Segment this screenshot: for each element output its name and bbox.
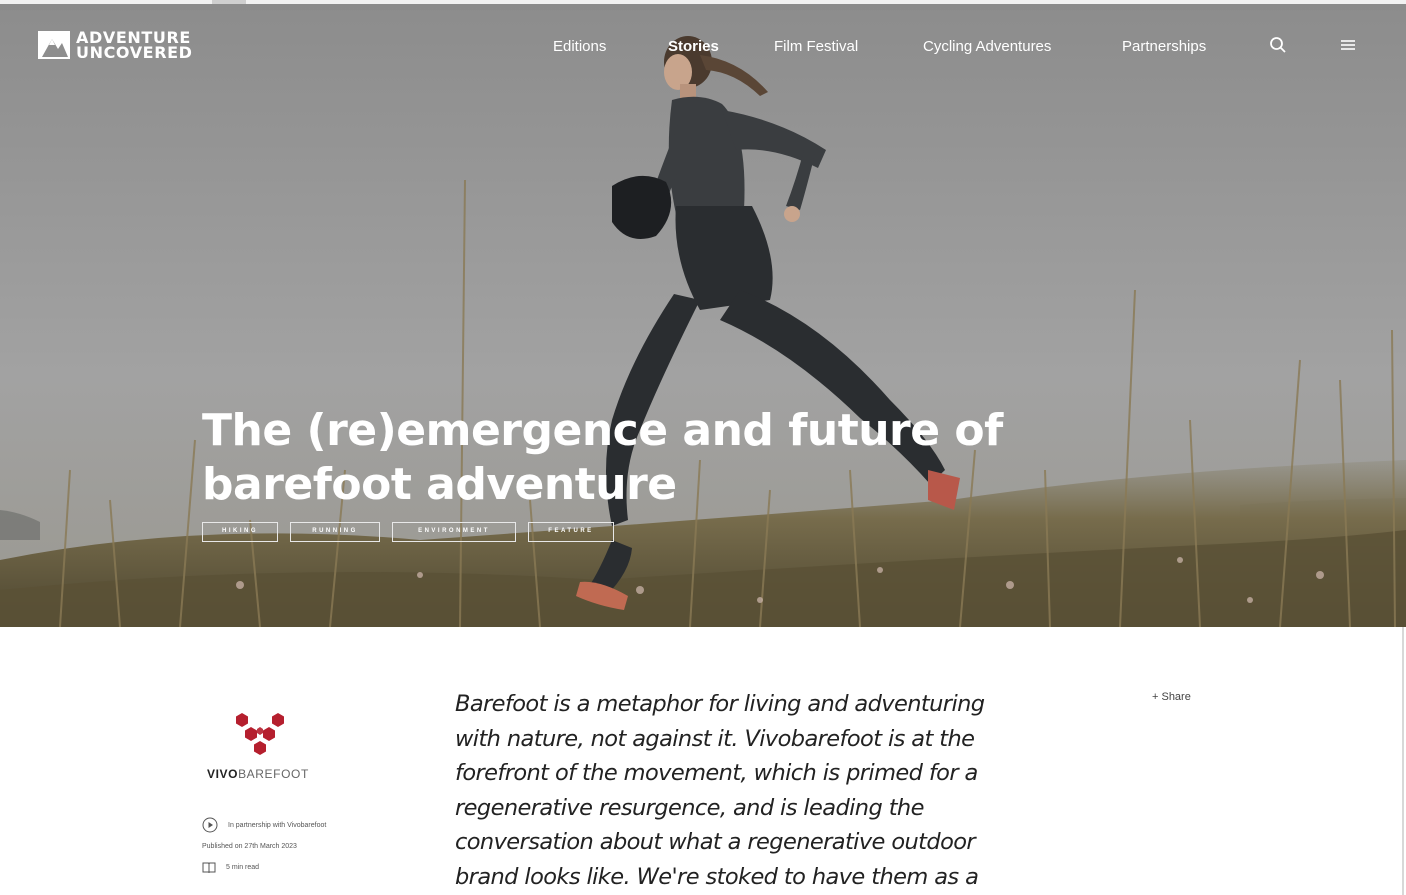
menu-icon[interactable] bbox=[1339, 36, 1357, 54]
article-title: The (re)emergence and future of barefoot… bbox=[202, 405, 1003, 510]
tag-environment[interactable]: ENVIRONMENT bbox=[392, 522, 516, 542]
article-body: VIVOBAREFOOT In partnership with Vivobar… bbox=[0, 627, 1406, 895]
nav-item-editions[interactable]: Editions bbox=[553, 38, 606, 55]
nav-item-partnerships[interactable]: Partnerships bbox=[1122, 38, 1206, 55]
nav-links: Editions Stories Film Festival Cycling A… bbox=[0, 38, 1406, 62]
article-tags: HIKING RUNNING ENVIRONMENT FEATURE bbox=[202, 522, 614, 542]
partnership-line: In partnership with Vivobarefoot bbox=[202, 817, 326, 833]
nav-item-cycling-adventures[interactable]: Cycling Adventures bbox=[923, 38, 1051, 55]
tag-running[interactable]: RUNNING bbox=[290, 522, 380, 542]
play-circle-icon bbox=[202, 817, 218, 833]
vivobarefoot-logo-icon[interactable] bbox=[230, 711, 290, 763]
tag-hiking[interactable]: HIKING bbox=[202, 522, 278, 542]
tag-feature[interactable]: FEATURE bbox=[528, 522, 614, 542]
partner-brand-light: BAREFOOT bbox=[238, 767, 309, 781]
hero-banner: ADVENTURE UNCOVERED Editions Stories Fil… bbox=[0, 0, 1406, 627]
browser-top-strip bbox=[0, 0, 1406, 4]
published-text: Published on 27th March 2023 bbox=[202, 843, 297, 850]
search-icon[interactable] bbox=[1269, 36, 1287, 54]
read-time-line: 5 min read bbox=[202, 861, 259, 873]
main-navigation: ADVENTURE UNCOVERED Editions Stories Fil… bbox=[0, 28, 1406, 68]
share-button[interactable]: + Share bbox=[1152, 691, 1191, 703]
nav-item-stories[interactable]: Stories bbox=[668, 38, 719, 55]
page-edge-divider bbox=[1402, 627, 1404, 895]
article-lead-paragraph: Barefoot is a metaphor for living and ad… bbox=[455, 691, 985, 890]
book-icon bbox=[202, 862, 216, 873]
partner-brand-name: VIVOBAREFOOT bbox=[207, 767, 309, 781]
partner-brand-bold: VIVO bbox=[207, 767, 239, 781]
read-time-text: 5 min read bbox=[226, 863, 260, 871]
published-line: Published on 27th March 2023 bbox=[202, 843, 297, 850]
nav-item-film-festival[interactable]: Film Festival bbox=[774, 38, 858, 55]
partnership-text: In partnership with Vivobarefoot bbox=[228, 821, 327, 829]
